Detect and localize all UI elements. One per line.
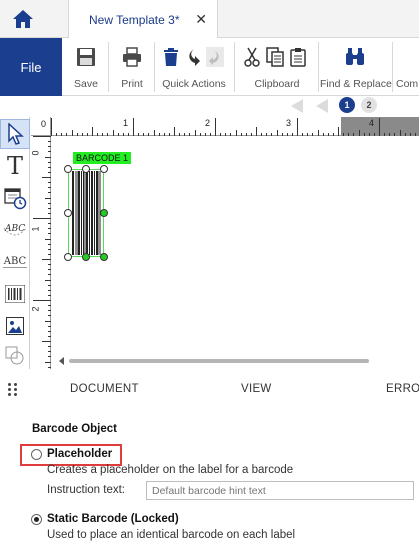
barcode-tool[interactable] — [0, 279, 30, 309]
shape-tool[interactable] — [0, 341, 30, 371]
curved-text-icon: ABC — [3, 224, 27, 236]
print-label: Print — [121, 78, 143, 90]
undo-icon[interactable] — [186, 47, 202, 67]
ribbon-divider — [234, 42, 235, 92]
horizontal-ruler-ticks — [51, 117, 419, 136]
static-barcode-description: Used to place an identical barcode on ea… — [47, 529, 296, 541]
trash-icon[interactable] — [162, 47, 180, 67]
vertical-ruler-ticks — [33, 136, 51, 368]
shapes-icon — [5, 346, 24, 365]
barcode-object[interactable] — [64, 165, 108, 261]
date-tool[interactable] — [0, 183, 30, 213]
ruler-number: 0 — [41, 119, 47, 129]
barcode-graphic — [67, 168, 105, 258]
drag-grip-icon[interactable] — [8, 383, 18, 397]
instruction-text-label: Instruction text: — [47, 484, 125, 496]
horizontal-scrollbar[interactable] — [53, 356, 419, 366]
clipboard-label: Clipboard — [254, 78, 300, 90]
document-tab[interactable]: New Template 3* ✕ — [68, 0, 218, 39]
page-navigation: 1 2 — [0, 96, 419, 116]
pointer-arrow-icon — [8, 123, 24, 145]
picture-tool[interactable] — [0, 311, 30, 341]
text-box-tool[interactable]: ABC — [0, 247, 30, 277]
ruler-number: 1 — [123, 118, 129, 128]
label-canvas: 0 1 2 3 4 0 1 2 BARCODE 1 — [31, 117, 419, 369]
ruler-number: 0 — [31, 150, 41, 156]
file-button[interactable]: File — [0, 38, 62, 96]
resize-handle[interactable] — [82, 165, 90, 173]
properties-panel-tabs: DOCUMENT VIEW ERROR — [0, 373, 419, 407]
ruler-number: 2 — [31, 306, 41, 312]
ruler-number: 4 — [369, 118, 375, 128]
first-page-arrow-icon[interactable] — [291, 99, 303, 113]
ruler-number: 3 — [286, 118, 292, 128]
resize-handle[interactable] — [100, 165, 108, 173]
horizontal-ruler: 0 1 2 3 4 — [41, 117, 419, 136]
design-area[interactable]: BARCODE 1 — [52, 137, 419, 359]
curved-text-tool[interactable]: ABC — [0, 215, 30, 245]
placeholder-description: Creates a placeholder on the label for a… — [47, 464, 294, 476]
text-tool[interactable]: T — [0, 151, 30, 181]
tab-error[interactable]: ERROR — [386, 383, 419, 395]
tab-document[interactable]: DOCUMENT — [70, 383, 139, 395]
ribbon-divider — [318, 42, 319, 92]
object-toolbox: T ABC ABC — [0, 117, 30, 369]
redo-icon[interactable] — [206, 47, 224, 67]
close-icon[interactable]: ✕ — [195, 11, 207, 28]
quick-actions-group: Quick Actions — [158, 38, 230, 96]
clipboard-group: Clipboard — [238, 38, 316, 96]
save-button[interactable]: Save — [66, 38, 106, 96]
ribbon-divider — [392, 42, 393, 92]
resize-handle[interactable] — [100, 209, 108, 217]
prev-page-arrow-icon[interactable] — [316, 99, 328, 113]
ruler-number: 2 — [205, 118, 211, 128]
tab-view[interactable]: VIEW — [241, 383, 272, 395]
title-tab-strip: New Template 3* ✕ — [0, 0, 419, 39]
print-button[interactable]: Print — [112, 38, 152, 96]
binoculars-icon — [346, 48, 364, 65]
save-label: Save — [74, 78, 98, 90]
page-2-button[interactable]: 2 — [361, 97, 377, 113]
more-group-label: Com — [396, 78, 419, 90]
home-button[interactable] — [0, 0, 46, 38]
instruction-text-input[interactable] — [146, 481, 414, 500]
resize-handle[interactable] — [64, 209, 72, 217]
scroll-left-arrow-icon[interactable] — [59, 357, 64, 365]
select-tool[interactable] — [0, 119, 30, 149]
find-replace-label: Find & Replace — [320, 78, 392, 90]
printer-icon — [123, 47, 141, 67]
document-tab-title: New Template 3* — [89, 12, 180, 27]
find-replace-button[interactable]: Find & Replace — [320, 38, 392, 96]
placeholder-label[interactable]: Placeholder — [47, 448, 112, 460]
resize-handle[interactable] — [64, 253, 72, 261]
static-barcode-label[interactable]: Static Barcode (Locked) — [47, 513, 179, 525]
paste-icon[interactable] — [290, 47, 306, 67]
resize-handle[interactable] — [100, 253, 108, 261]
calendar-clock-icon — [4, 188, 27, 210]
picture-icon — [6, 317, 24, 335]
barcode-icon — [5, 285, 25, 303]
quick-actions-label: Quick Actions — [162, 78, 226, 90]
more-group[interactable]: Com — [394, 38, 419, 96]
copy-icon[interactable] — [266, 47, 284, 67]
section-title: Barcode Object — [32, 423, 117, 435]
vertical-ruler: 0 1 2 — [31, 136, 51, 369]
resize-handle[interactable] — [82, 253, 90, 261]
page-1-button[interactable]: 1 — [339, 97, 355, 113]
text-box-icon: ABC — [2, 256, 28, 268]
barcode-object-label: BARCODE 1 — [73, 152, 132, 164]
text-T-icon: T — [6, 152, 23, 180]
ruler-number: 1 — [31, 226, 41, 232]
placeholder-radio[interactable] — [31, 449, 42, 460]
ribbon-divider — [154, 42, 155, 92]
svg-text:ABC: ABC — [4, 224, 25, 234]
static-barcode-radio[interactable] — [31, 514, 42, 525]
ribbon: File Save Print Quick Actions Clipboard … — [0, 38, 419, 96]
resize-handle[interactable] — [64, 165, 72, 173]
home-icon — [13, 10, 33, 28]
scissors-icon[interactable] — [244, 47, 260, 67]
scrollbar-thumb[interactable] — [69, 359, 369, 363]
save-icon — [77, 48, 95, 66]
ribbon-divider — [108, 42, 109, 92]
